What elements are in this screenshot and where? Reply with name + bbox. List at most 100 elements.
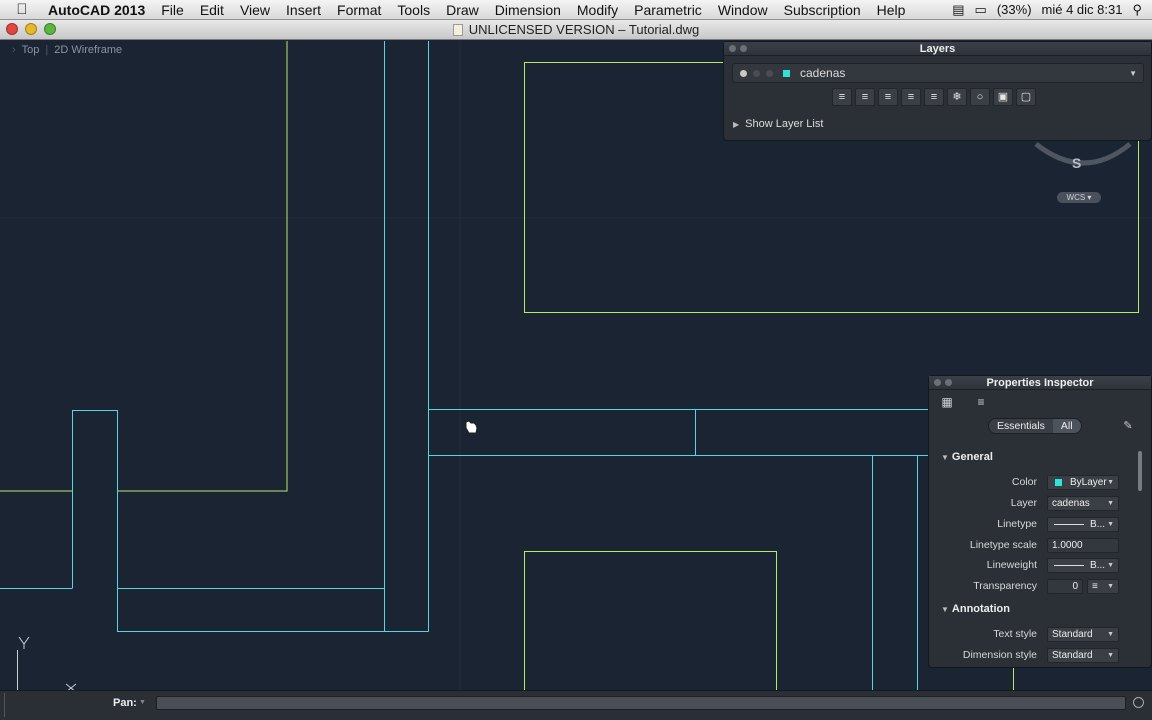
palette-min-button[interactable] — [945, 379, 952, 386]
palette-close-button[interactable] — [729, 45, 736, 52]
inspector-tabs: ▦ ≡ — [939, 395, 989, 409]
clock[interactable]: mié 4 dic 8:31 — [1042, 2, 1123, 17]
zoom-window-button[interactable] — [44, 23, 56, 35]
palette-min-button[interactable] — [740, 45, 747, 52]
window-controls — [6, 23, 56, 35]
prop-row-transparency: Transparency 0 ≡ ▼ — [929, 578, 1141, 594]
layer-off-icon[interactable]: ○ — [970, 88, 990, 106]
transparency-input[interactable]: 0 — [1047, 578, 1083, 594]
layer-freeze-icon[interactable] — [753, 69, 760, 77]
battery-icon[interactable]: ▭ — [975, 2, 987, 18]
ucs-icon — [17, 636, 77, 690]
object-properties-tab-icon[interactable]: ▦ — [939, 395, 955, 409]
prop-row-lineweight: Lineweight B... ▼ — [929, 557, 1141, 573]
current-layer-dropdown[interactable]: cadenas ▼ — [732, 63, 1144, 83]
match-layer-icon[interactable]: ≡ — [878, 88, 898, 106]
isolate-layer-icon[interactable]: ≡ — [924, 88, 944, 106]
previous-layer-icon[interactable]: ≡ — [901, 88, 921, 106]
command-history-icon[interactable] — [1133, 697, 1144, 708]
spotlight-icon[interactable]: ⚲ — [1132, 2, 1142, 18]
lineweight-preview — [1054, 564, 1084, 566]
chevron-down-icon: ▼ — [1107, 582, 1114, 590]
menu-file[interactable]: File — [153, 0, 192, 20]
text-style-dropdown[interactable]: Standard ▼ — [1047, 626, 1119, 642]
show-layer-list-toggle[interactable]: ▶ Show Layer List — [733, 118, 823, 130]
layers-palette-header[interactable]: Layers — [724, 42, 1151, 56]
section-general[interactable]: ▼ General — [941, 451, 993, 463]
menubar:  AutoCAD 2013 File Edit View Insert For… — [0, 0, 1152, 20]
properties-inspector-header[interactable]: Properties Inspector — [929, 376, 1151, 390]
visual-style-control[interactable]: 2D Wireframe — [54, 44, 122, 56]
prop-label: Linetype scale — [969, 539, 1037, 551]
chevron-down-icon: ▼ — [1129, 68, 1137, 78]
prop-label: Lineweight — [986, 559, 1037, 571]
inspector-scrollbar[interactable] — [1138, 451, 1142, 491]
layer-properties-tab-icon[interactable]: ≡ — [973, 395, 989, 409]
menu-app[interactable]: AutoCAD 2013 — [44, 0, 153, 20]
layer-dropdown[interactable]: cadenas ▼ — [1047, 495, 1119, 511]
lineweight-value: B... — [1090, 559, 1106, 571]
section-annotation[interactable]: ▼ Annotation — [941, 603, 1010, 615]
command-input[interactable] — [156, 696, 1126, 710]
section-annotation-label: Annotation — [951, 603, 1010, 615]
menu-modify[interactable]: Modify — [569, 0, 626, 20]
layer-on-icon[interactable] — [740, 69, 747, 77]
view-control[interactable]: Top — [22, 44, 40, 56]
close-window-button[interactable] — [6, 23, 18, 35]
linetype-dropdown[interactable]: B... ▼ — [1047, 516, 1119, 532]
prop-row-linetype-scale: Linetype scale 1.0000 — [929, 537, 1141, 553]
color-dropdown[interactable]: ByLayer ▼ — [1047, 474, 1119, 490]
transparency-value: 0 — [1072, 580, 1078, 592]
calendar-icon[interactable]: ▤ — [952, 2, 964, 18]
menu-draw[interactable]: Draw — [438, 0, 487, 20]
menu-insert[interactable]: Insert — [278, 0, 329, 20]
menu-dimension[interactable]: Dimension — [487, 0, 569, 20]
minimize-window-button[interactable] — [25, 23, 37, 35]
green-rect-bottom[interactable] — [524, 551, 777, 691]
dimension-style-dropdown[interactable]: Standard ▼ — [1047, 647, 1119, 663]
prop-row-dimension-style: Dimension style Standard ▼ — [929, 647, 1141, 663]
disclosure-triangle-icon: ▼ — [941, 453, 949, 462]
layer-properties-icon[interactable]: ≡ — [832, 88, 852, 106]
dimension-style-value: Standard — [1052, 649, 1093, 661]
make-current-icon[interactable]: ≡ — [855, 88, 875, 106]
menu-view[interactable]: View — [232, 0, 278, 20]
all-button[interactable]: All — [1052, 419, 1081, 433]
lineweight-dropdown[interactable]: B... ▼ — [1047, 557, 1119, 573]
menu-window[interactable]: Window — [710, 0, 776, 20]
menu-help[interactable]: Help — [869, 0, 914, 20]
chevron-down-icon[interactable]: ▼ — [139, 699, 146, 706]
freeze-layer-icon[interactable]: ❄ — [947, 88, 967, 106]
prop-row-linetype: Linetype B... ▼ — [929, 516, 1141, 532]
command-prompt: Pan: — [113, 697, 137, 709]
essentials-button[interactable]: Essentials — [989, 419, 1053, 433]
window-title: UNLICENSED VERSION – Tutorial.dwg — [468, 22, 700, 37]
viewport-menu-icon[interactable]: › — [12, 44, 16, 56]
menu-tools[interactable]: Tools — [389, 0, 438, 20]
document-icon — [452, 23, 463, 36]
viewcube-ring[interactable] — [1034, 138, 1134, 168]
viewport-separator: | — [45, 44, 49, 56]
lock-icon[interactable]: ▣ — [993, 88, 1013, 106]
show-layer-list-label: Show Layer List — [745, 118, 824, 130]
section-general-label: General — [951, 451, 993, 463]
chevron-down-icon: ▼ — [1107, 478, 1114, 486]
properties-inspector-title: Properties Inspector — [986, 377, 1094, 389]
unlock-icon[interactable]: ▢ — [1016, 88, 1036, 106]
chevron-down-icon: ▼ — [1107, 630, 1114, 638]
apple-icon[interactable]:  — [0, 1, 44, 18]
menu-edit[interactable]: Edit — [192, 0, 232, 20]
linetype-scale-input[interactable]: 1.0000 — [1047, 537, 1119, 553]
palette-close-button[interactable] — [934, 379, 941, 386]
prop-row-layer: Layer cadenas ▼ — [929, 495, 1141, 511]
menu-parametric[interactable]: Parametric — [626, 0, 710, 20]
menu-subscription[interactable]: Subscription — [776, 0, 869, 20]
transparency-options-dropdown[interactable]: ≡ ▼ — [1087, 578, 1119, 594]
command-bar-grip[interactable] — [4, 693, 10, 717]
menu-format[interactable]: Format — [329, 0, 389, 20]
pencil-icon[interactable]: ✎ — [1120, 419, 1136, 433]
prop-row-text-style: Text style Standard ▼ — [929, 626, 1141, 642]
wcs-menu-button[interactable]: WCS ▾ — [1057, 192, 1101, 203]
layer-lock-icon[interactable] — [766, 69, 773, 77]
viewcube-south-label[interactable]: S — [1072, 155, 1081, 171]
